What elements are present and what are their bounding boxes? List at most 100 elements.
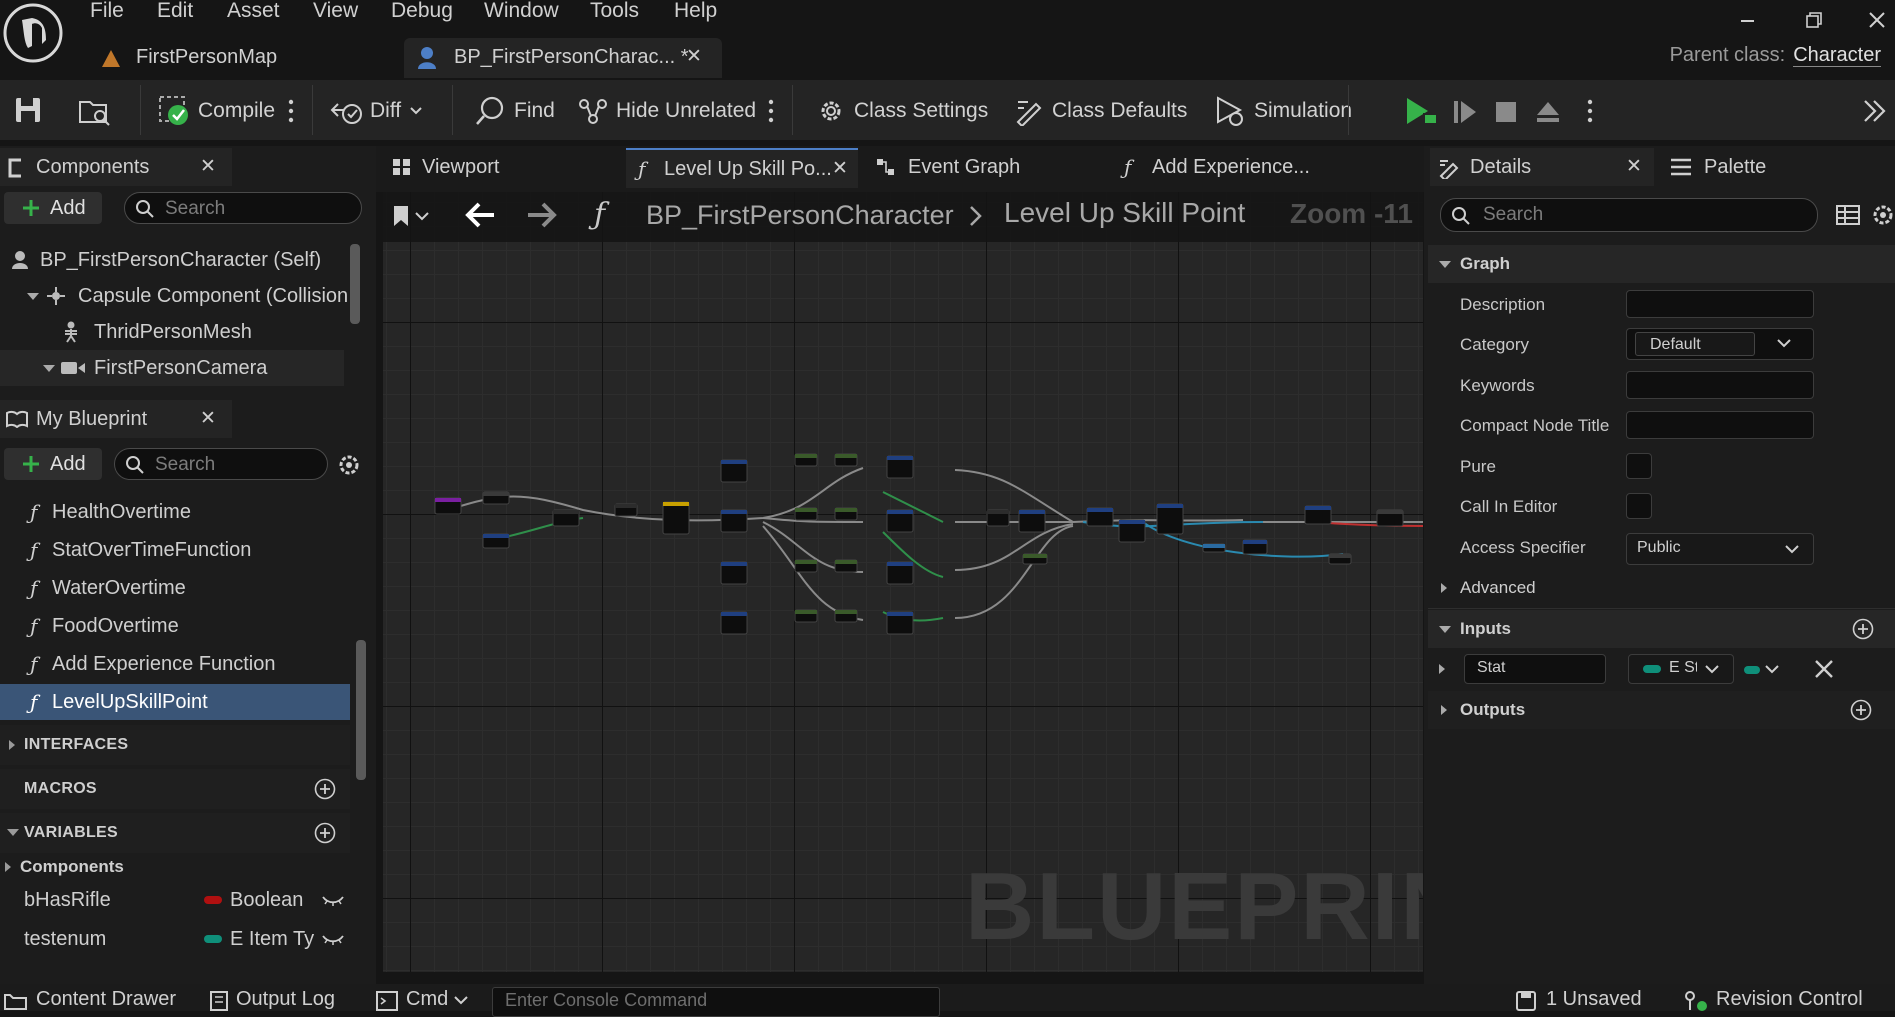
menu-view[interactable]: View <box>313 0 358 24</box>
restore-icon[interactable] <box>1796 5 1832 35</box>
add-macro-icon[interactable] <box>314 778 336 800</box>
hide-unrelated-options-icon[interactable] <box>766 96 776 126</box>
find-button[interactable]: Find <box>474 90 555 132</box>
class-settings-button[interactable]: Class Settings <box>816 90 988 132</box>
hide-unrelated-button[interactable]: Hide Unrelated <box>578 90 756 132</box>
tab-event-graph[interactable]: Event Graph <box>872 148 1102 186</box>
category-value[interactable]: Default <box>1635 332 1755 356</box>
menu-file[interactable]: File <box>90 0 124 24</box>
menu-asset[interactable]: Asset <box>227 0 280 24</box>
components-scrollbar[interactable] <box>350 244 360 324</box>
variable-row[interactable]: bHasRifle Boolean <box>0 882 350 918</box>
eye-hidden-icon[interactable] <box>322 894 344 906</box>
blueprint-graph-canvas[interactable]: BLUEPRINT <box>383 192 1423 972</box>
compact-node-title-input[interactable] <box>1626 411 1814 439</box>
function-item[interactable]: ƒ WaterOvertime <box>0 570 350 606</box>
component-capsule[interactable]: Capsule Component (Collision <box>0 278 350 314</box>
eject-icon[interactable] <box>1534 98 1562 126</box>
components-add-button[interactable]: Add <box>4 192 102 224</box>
unsaved-button[interactable]: 1 Unsaved <box>1516 987 1656 1011</box>
unreal-logo-icon[interactable] <box>0 0 66 78</box>
components-tab[interactable]: Components ✕ <box>0 148 232 186</box>
menu-window[interactable]: Window <box>484 0 559 24</box>
category-combo[interactable]: Default <box>1626 328 1814 360</box>
my-blueprint-add-button[interactable]: Add <box>4 448 102 480</box>
doc-tab-firstpersonmap[interactable]: FirstPersonMap <box>90 38 400 78</box>
details-tab[interactable]: Details ✕ <box>1430 148 1654 186</box>
chevron-down-icon[interactable] <box>1777 339 1791 349</box>
diff-button[interactable]: Diff <box>330 90 423 132</box>
inputs-section-header[interactable]: Inputs <box>1428 610 1895 648</box>
variable-category[interactable]: Components <box>0 850 350 884</box>
revision-control-button[interactable]: Revision Control <box>1684 987 1894 1011</box>
remove-input-icon[interactable] <box>1814 659 1834 679</box>
my-blueprint-tab[interactable]: My Blueprint ✕ <box>0 400 232 438</box>
add-output-icon[interactable] <box>1850 699 1872 721</box>
graph-section-header[interactable]: Graph <box>1428 245 1895 283</box>
console-command-input[interactable]: Enter Console Command <box>492 987 940 1017</box>
browse-folder-icon[interactable] <box>78 96 112 126</box>
details-settings-icon[interactable] <box>1870 202 1895 228</box>
cmd-dropdown[interactable]: Cmd <box>372 987 478 1011</box>
function-item[interactable]: ƒ StatOverTimeFunction <box>0 532 350 568</box>
output-log-button[interactable]: Output Log <box>208 987 358 1011</box>
content-drawer-button[interactable]: Content Drawer <box>4 987 194 1011</box>
close-components-icon[interactable]: ✕ <box>200 148 216 186</box>
menu-edit[interactable]: Edit <box>157 0 193 24</box>
call-in-editor-checkbox[interactable] <box>1626 493 1652 519</box>
stop-icon[interactable] <box>1494 100 1518 124</box>
expand-arrow-icon[interactable] <box>26 292 40 302</box>
components-search-input[interactable]: Search <box>124 192 362 224</box>
function-item-selected[interactable]: ƒ LevelUpSkillPoint <box>0 684 350 720</box>
simulation-button[interactable]: Simulation <box>1214 90 1352 132</box>
close-tab-icon[interactable]: ✕ <box>832 150 848 188</box>
doc-tab-bp-firstpersoncharacter[interactable]: BP_FirstPersonCharac... * ✕ <box>404 38 722 78</box>
close-my-blueprint-icon[interactable]: ✕ <box>200 400 216 438</box>
play-options-icon[interactable] <box>1585 96 1595 126</box>
add-input-icon[interactable] <box>1852 618 1874 640</box>
close-window-icon[interactable] <box>1860 5 1895 35</box>
macros-section[interactable]: MACROS <box>0 769 350 809</box>
variables-section[interactable]: VARIABLES <box>0 813 350 853</box>
tab-level-up-skill-point[interactable]: ƒ Level Up Skill Po... ✕ <box>626 148 858 188</box>
outputs-section-header[interactable]: Outputs <box>1428 691 1895 729</box>
class-defaults-button[interactable]: Class Defaults <box>1014 90 1187 132</box>
table-view-icon[interactable] <box>1836 204 1860 226</box>
access-specifier-dropdown[interactable]: Public <box>1626 533 1814 565</box>
interfaces-section[interactable]: INTERFACES <box>0 725 350 765</box>
advanced-section[interactable]: Advanced <box>1428 569 1895 607</box>
parent-class-link[interactable]: Character <box>1793 44 1881 67</box>
component-thirdpersonmesh[interactable]: ThridPersonMesh <box>0 314 350 350</box>
variable-row[interactable]: testenum E Item Ty <box>0 921 350 957</box>
close-details-icon[interactable]: ✕ <box>1626 148 1642 186</box>
compile-button[interactable]: Compile <box>158 90 275 132</box>
input-param-name-field[interactable]: Stat <box>1464 654 1606 684</box>
function-item[interactable]: ƒ HealthOvertime <box>0 494 350 530</box>
add-variable-icon[interactable] <box>314 822 336 844</box>
tab-add-experience[interactable]: ƒ Add Experience... <box>1120 148 1380 186</box>
graph-node[interactable] <box>1156 503 1184 535</box>
breadcrumb-root[interactable]: BP_FirstPersonCharacter <box>646 200 954 231</box>
back-arrow-icon[interactable] <box>464 200 498 230</box>
details-search-input[interactable]: Search <box>1440 198 1818 232</box>
minimize-icon[interactable] <box>1730 5 1766 35</box>
settings-gear-icon[interactable] <box>336 452 362 478</box>
my-blueprint-search-input[interactable]: Search <box>114 448 328 480</box>
forward-arrow-icon[interactable] <box>524 200 558 230</box>
expand-toolbar-icon[interactable] <box>1862 98 1888 124</box>
menu-debug[interactable]: Debug <box>391 0 453 24</box>
pure-checkbox[interactable] <box>1626 453 1652 479</box>
chevron-right-icon[interactable] <box>1438 663 1446 675</box>
breadcrumb-leaf[interactable]: Level Up Skill Point <box>1004 197 1245 229</box>
function-item[interactable]: ƒ Add Experience Function <box>0 646 350 682</box>
save-icon[interactable] <box>14 96 42 124</box>
component-firstpersoncamera[interactable]: FirstPersonCamera <box>0 350 344 386</box>
compile-options-icon[interactable] <box>286 96 296 126</box>
function-item[interactable]: ƒ FoodOvertime <box>0 608 350 644</box>
menu-help[interactable]: Help <box>674 0 717 24</box>
play-icon[interactable] <box>1404 96 1438 126</box>
tab-viewport[interactable]: Viewport <box>386 148 616 186</box>
keywords-input[interactable] <box>1626 371 1814 399</box>
description-input[interactable] <box>1626 290 1814 318</box>
menu-tools[interactable]: Tools <box>590 0 639 24</box>
